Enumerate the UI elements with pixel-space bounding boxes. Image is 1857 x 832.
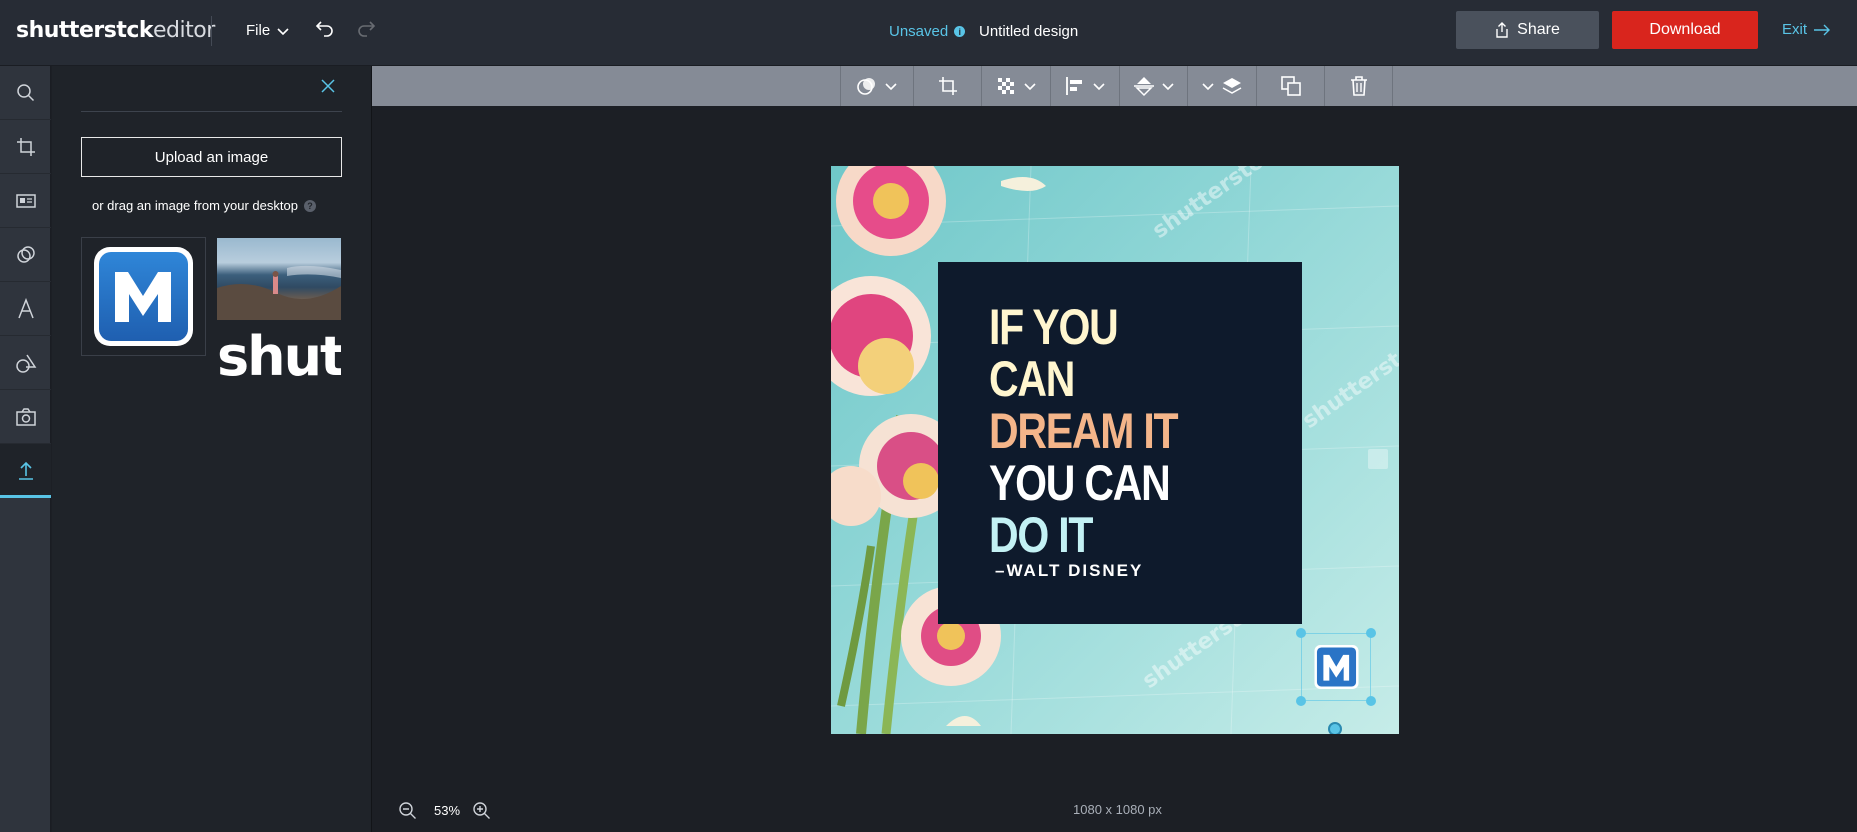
align-left-icon — [1066, 77, 1082, 95]
crop-tool[interactable] — [913, 66, 981, 106]
zoom-out-icon[interactable] — [398, 801, 418, 821]
arrow-right-icon — [1814, 24, 1831, 35]
shapes-icon — [15, 354, 36, 373]
chevron-down-icon — [1093, 83, 1105, 91]
save-status[interactable]: Unsaved i — [889, 23, 966, 40]
resize-handle[interactable] — [1296, 696, 1306, 706]
camera-icon — [15, 407, 36, 426]
rail-text[interactable] — [0, 282, 51, 336]
upload-image-button[interactable]: Upload an image — [81, 137, 342, 177]
exit-link[interactable]: Exit — [1782, 21, 1831, 38]
uploaded-image-text[interactable]: shutt — [217, 329, 341, 385]
design-canvas[interactable]: shutterstock shutterstock shutterstock I… — [831, 166, 1399, 734]
upload-panel: Upload an image or drag an image from yo… — [52, 66, 372, 832]
rail-templates[interactable] — [0, 174, 51, 228]
rail-crop[interactable] — [0, 120, 51, 174]
chevron-down-icon — [1202, 83, 1214, 91]
chevron-down-icon — [277, 27, 289, 35]
help-icon[interactable]: ? — [303, 199, 316, 212]
uploaded-image-logo[interactable] — [81, 237, 206, 356]
resize-handle[interactable] — [1296, 628, 1306, 638]
chevron-down-icon — [1024, 83, 1036, 91]
crop-icon — [938, 77, 957, 95]
quote-line: DO IT — [989, 507, 1093, 563]
resize-handle[interactable] — [1366, 696, 1376, 706]
download-button[interactable]: Download — [1612, 11, 1758, 49]
layers-dropdown[interactable] — [1187, 66, 1256, 106]
rail-shapes[interactable] — [0, 336, 51, 390]
element-toolbar — [372, 66, 1857, 106]
design-title[interactable]: Untitled design — [979, 23, 1078, 40]
flip-icon — [1133, 77, 1154, 97]
filter-icon — [16, 245, 35, 263]
quote-box[interactable]: IF YOU CAN DREAM IT YOU CAN DO IT –WALT … — [938, 262, 1302, 624]
quote-line: IF YOU — [989, 299, 1119, 355]
layers-icon — [1222, 78, 1242, 94]
quote-author: –WALT DISNEY — [995, 561, 1144, 580]
rail-upload[interactable] — [0, 444, 51, 498]
flip-dropdown[interactable] — [1119, 66, 1187, 106]
transparency-dropdown[interactable] — [981, 66, 1050, 106]
divider — [81, 111, 342, 112]
upload-icon — [18, 461, 33, 480]
expand-icon[interactable] — [1368, 449, 1388, 469]
share-button[interactable]: Share — [1456, 11, 1599, 49]
trash-icon — [1350, 76, 1367, 96]
text-icon — [17, 297, 34, 318]
info-icon: i — [954, 26, 966, 37]
close-icon[interactable] — [320, 78, 336, 94]
rail-photos[interactable] — [0, 390, 51, 444]
duplicate-button[interactable] — [1256, 66, 1324, 106]
quote-line: YOU CAN — [989, 455, 1171, 511]
duplicate-icon — [1280, 76, 1301, 96]
divider — [211, 16, 212, 46]
selected-logo[interactable] — [1301, 633, 1371, 701]
app-logo: shutterstckeditor — [16, 18, 215, 43]
share-icon — [1496, 22, 1508, 38]
align-dropdown[interactable] — [1050, 66, 1119, 106]
resize-handle[interactable] — [1366, 628, 1376, 638]
zoom-level: 53% — [434, 803, 461, 818]
chevron-down-icon — [1161, 83, 1174, 91]
drag-hint: or drag an image from your desktop ? — [92, 198, 316, 213]
quote-line: CAN — [989, 351, 1075, 407]
rail-search[interactable] — [0, 66, 51, 120]
quote-line: DREAM IT — [989, 403, 1179, 459]
rotate-handle[interactable] — [1328, 722, 1342, 734]
beach-photo — [217, 265, 341, 320]
uploaded-image-beach[interactable] — [217, 238, 341, 320]
redo-icon[interactable] — [355, 18, 379, 42]
delete-button[interactable] — [1324, 66, 1393, 106]
canvas-size: 1080 x 1080 px — [1073, 802, 1162, 817]
tool-rail — [0, 66, 51, 832]
top-bar: shutterstckeditor File Unsaved i Untitle… — [0, 0, 1857, 66]
template-icon — [15, 193, 36, 208]
m-logo-icon — [94, 247, 193, 346]
undo-icon[interactable] — [312, 18, 336, 42]
chevron-down-icon — [885, 83, 897, 91]
crop-icon — [16, 137, 35, 156]
effects-dropdown[interactable] — [840, 66, 913, 106]
search-icon — [16, 83, 34, 101]
zoom-in-icon[interactable] — [472, 801, 492, 821]
transparency-icon — [998, 78, 1014, 94]
file-menu[interactable]: File — [246, 22, 290, 39]
m-logo-icon — [1314, 644, 1359, 690]
rail-filters[interactable] — [0, 228, 51, 282]
effects-icon — [857, 78, 875, 95]
